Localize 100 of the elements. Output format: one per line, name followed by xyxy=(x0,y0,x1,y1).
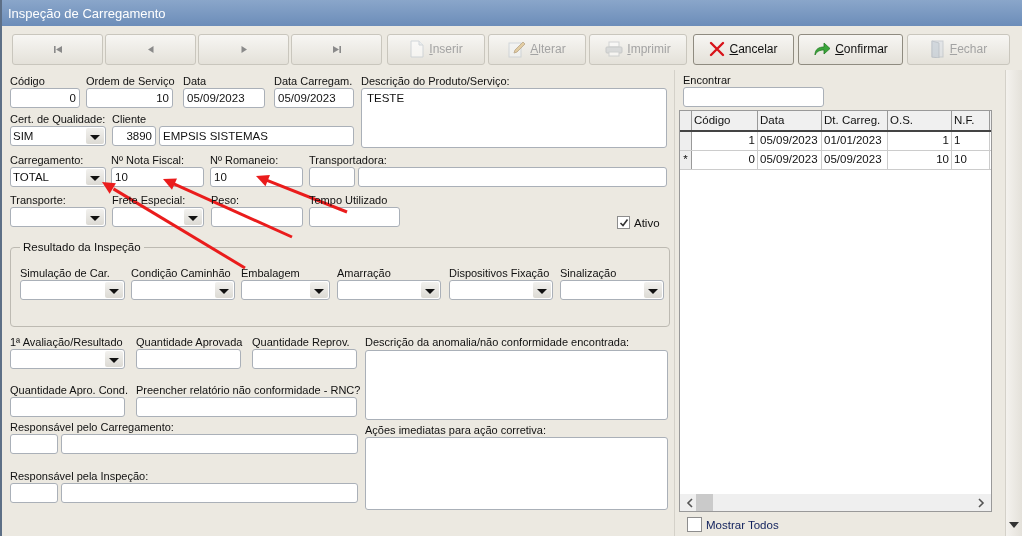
table-cell: 01/01/2023 xyxy=(822,132,888,150)
person-name-field[interactable] xyxy=(61,483,358,503)
scroll-down-icon[interactable] xyxy=(1009,522,1019,528)
field-label: Amarração xyxy=(337,266,391,280)
field-label: Simulação de Car. xyxy=(20,266,110,280)
field-label: Quantidade Aprovada xyxy=(136,335,243,349)
prev-icon xyxy=(145,44,156,54)
quantity-field[interactable] xyxy=(10,397,125,417)
caret-icon xyxy=(86,128,104,144)
field-label: Preencher relatório não conformidade - RNC? xyxy=(136,383,361,397)
field-label: Cert. de Qualidade: xyxy=(10,112,106,126)
person-name-field[interactable] xyxy=(61,434,358,454)
scroll-left-icon[interactable] xyxy=(686,497,694,508)
date-field[interactable]: 05/09/2023 xyxy=(274,88,354,108)
field-label: Dispositivos Fixação xyxy=(449,266,550,280)
packing-list-field[interactable]: 10 xyxy=(210,167,303,187)
field-label: Nº Romaneio: xyxy=(210,153,279,167)
date-field[interactable]: 05/09/2023 xyxy=(183,88,265,108)
column-header[interactable]: O.S. xyxy=(888,111,952,130)
field-label: Cliente xyxy=(112,112,147,126)
pencil-icon xyxy=(508,40,527,58)
dropdown[interactable]: TOTAL xyxy=(10,167,106,187)
column-header[interactable]: Código xyxy=(692,111,758,130)
row-indicator[interactable] xyxy=(680,132,692,150)
caret-icon xyxy=(86,209,104,225)
caret-icon xyxy=(105,351,123,367)
field-label: Peso: xyxy=(211,193,240,207)
field-label: Transporte: xyxy=(10,193,66,207)
field-label: Descrição da anomalia/não conformidade encontrada: xyxy=(365,335,630,349)
field-label: Condição Caminhão xyxy=(131,266,231,280)
time-field[interactable] xyxy=(309,207,400,227)
field-label: Código xyxy=(10,74,45,88)
client-code-field[interactable]: 3890 xyxy=(112,126,156,146)
cancel-button[interactable]: Cancelar xyxy=(693,33,794,65)
dropdown[interactable] xyxy=(10,207,106,227)
horizontal-scrollbar[interactable] xyxy=(680,494,991,511)
client-name-field[interactable]: EMPSIS SISTEMAS xyxy=(159,126,354,146)
field-label: Data Carregam. xyxy=(274,74,353,88)
dropdown[interactable] xyxy=(241,280,330,300)
dropdown[interactable] xyxy=(560,280,664,300)
anomaly-field[interactable] xyxy=(365,350,668,420)
caret-icon xyxy=(644,282,662,298)
field-label: Embalagem xyxy=(241,266,300,280)
checkbox-label: Ativo xyxy=(634,216,660,229)
confirm-button[interactable]: Confirmar xyxy=(798,33,903,65)
weight-field[interactable] xyxy=(211,207,303,227)
service-order-field[interactable]: 10 xyxy=(86,88,173,108)
dropdown[interactable] xyxy=(131,280,235,300)
field-label: Ordem de Serviço xyxy=(86,74,175,88)
dropdown[interactable] xyxy=(337,280,441,300)
vertical-scrollbar[interactable] xyxy=(1005,70,1022,536)
field-label: Quantidade Reprov. xyxy=(252,335,350,349)
curved-arrow-icon xyxy=(813,41,832,57)
checkbox[interactable] xyxy=(617,216,630,229)
person-code-field[interactable] xyxy=(10,434,58,454)
caret-icon xyxy=(215,282,233,298)
field-label: Descrição do Produto/Serviço: xyxy=(361,74,510,88)
scroll-right-icon[interactable] xyxy=(977,497,985,508)
door-icon xyxy=(929,40,946,58)
field-label: Quantidade Apro. Cond. xyxy=(10,383,129,397)
checkbox[interactable] xyxy=(687,517,702,532)
search-field[interactable] xyxy=(683,87,824,107)
quantity-field[interactable] xyxy=(136,349,241,369)
carrier-name-field[interactable] xyxy=(358,167,667,187)
window-title: Inspeção de Carregamento xyxy=(8,5,166,21)
field-label: Encontrar xyxy=(683,73,731,87)
column-header[interactable]: Dt. Carreg. xyxy=(822,111,888,130)
column-header[interactable]: N.F. xyxy=(952,111,990,130)
rnc-field[interactable] xyxy=(136,397,357,417)
checkbox-label: Mostrar Todos xyxy=(706,518,779,531)
close-icon xyxy=(709,41,726,57)
row-indicator[interactable]: * xyxy=(680,151,692,169)
last-icon xyxy=(331,44,342,54)
table-cell: 10 xyxy=(952,151,990,169)
caret-icon xyxy=(533,282,551,298)
column-header[interactable]: Data xyxy=(758,111,822,130)
quantity-field[interactable] xyxy=(252,349,357,369)
scroll-thumb[interactable] xyxy=(696,494,713,511)
dropdown[interactable] xyxy=(449,280,553,300)
field-label: Carregamento: xyxy=(10,153,84,167)
description-field[interactable]: TESTE xyxy=(361,88,667,148)
table-cell: 1 xyxy=(888,132,952,150)
table-cell: 1 xyxy=(692,132,758,150)
dropdown[interactable] xyxy=(112,207,204,227)
field-label: Sinalização xyxy=(560,266,617,280)
field-label: Data xyxy=(183,74,207,88)
carrier-code-field[interactable] xyxy=(309,167,355,187)
first-icon xyxy=(52,44,63,54)
actions-field[interactable] xyxy=(365,437,668,510)
dropdown[interactable] xyxy=(20,280,125,300)
dropdown[interactable] xyxy=(10,349,125,369)
group-title: Resultado da Inspeção xyxy=(20,240,144,254)
code-field[interactable]: 0 xyxy=(10,88,80,108)
person-code-field[interactable] xyxy=(10,483,58,503)
field-label: Transportadora: xyxy=(309,153,387,167)
invoice-field[interactable]: 10 xyxy=(111,167,204,187)
printer-icon xyxy=(605,41,624,57)
field-label: 1ª Avaliação/Resultado xyxy=(10,335,123,349)
dropdown[interactable]: SIM xyxy=(10,126,106,146)
caret-icon xyxy=(184,209,202,225)
